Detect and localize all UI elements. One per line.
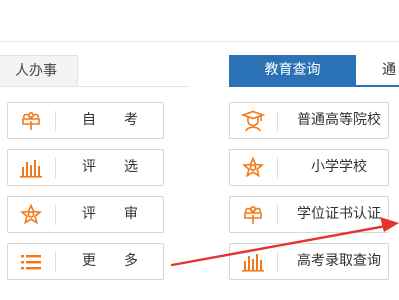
star-badge-icon (18, 204, 44, 226)
tile-gaokao-admission[interactable]: 高考录取查询 (229, 243, 389, 280)
tile-label: 普通高等院校 (297, 112, 381, 128)
top-divider (0, 41, 399, 42)
tile-label: 评选 (82, 159, 166, 175)
star-badge-icon (240, 157, 266, 179)
tile-label: 高考录取查询 (297, 253, 381, 269)
tile-selection[interactable]: 评选 (7, 149, 164, 186)
right-tab-bar: 教育查询 通 (229, 55, 399, 87)
tile-review[interactable]: 评审 (7, 196, 164, 233)
tile-separator (277, 252, 278, 272)
tile-label: 学位证书认证 (297, 206, 381, 222)
tile-label: 更多 (82, 253, 166, 269)
tile-separator (277, 158, 278, 178)
tile-more[interactable]: 更多 (7, 243, 164, 280)
tile-degree-certification[interactable]: 学位证书认证 (229, 196, 389, 233)
bar-chart-icon (18, 157, 44, 179)
tile-universities[interactable]: 普通高等院校 (229, 102, 389, 139)
tile-separator (55, 158, 56, 178)
tile-self-exam[interactable]: 自考 (7, 102, 164, 139)
tab-personal-affairs[interactable]: 人办事 (0, 55, 78, 86)
sprout-icon (18, 110, 44, 132)
tile-separator (55, 252, 56, 272)
left-tab-bar: 人办事 (0, 55, 189, 87)
tile-separator (55, 111, 56, 131)
tile-label: 小学学校 (311, 159, 367, 175)
tab-next[interactable]: 通 (372, 55, 399, 86)
sprout-icon (240, 204, 266, 226)
tile-primary-schools[interactable]: 小学学校 (229, 149, 389, 186)
tile-separator (277, 205, 278, 225)
tile-separator (277, 111, 278, 131)
graduate-icon (240, 110, 266, 132)
tab-education-query[interactable]: 教育查询 (229, 55, 356, 86)
list-icon (18, 251, 44, 273)
tile-separator (55, 205, 56, 225)
bar-chart-icon (240, 251, 266, 273)
tile-label: 自考 (82, 112, 166, 128)
tile-label: 评审 (82, 206, 166, 222)
